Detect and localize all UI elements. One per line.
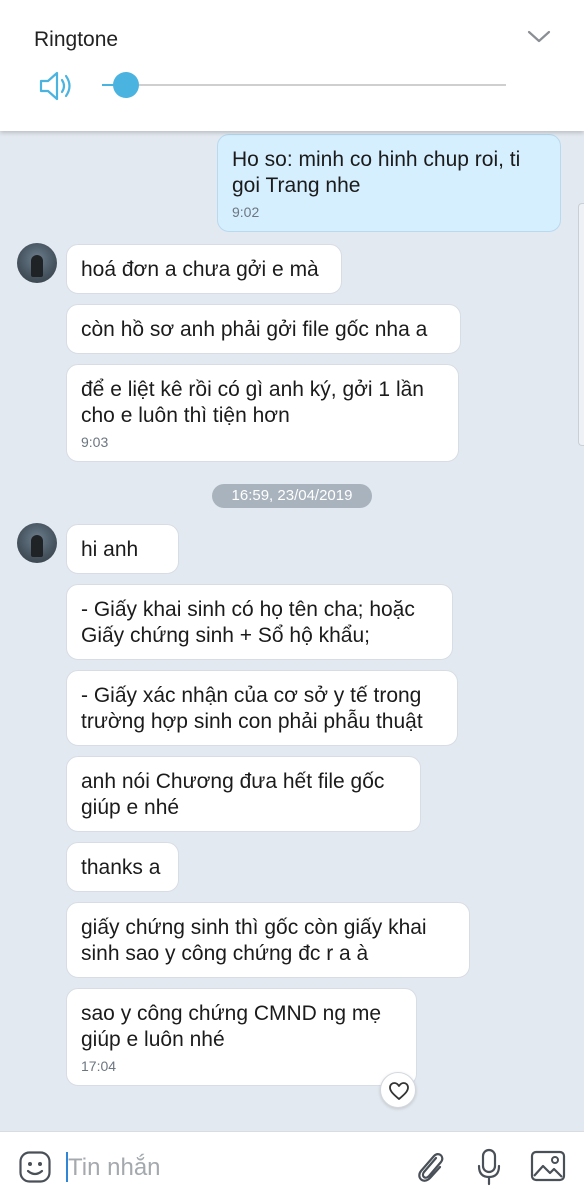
message-text: còn hồ sơ anh phải gởi file gốc nha a [81, 318, 428, 341]
message-time: 9:03 [81, 434, 109, 450]
message-bubble-incoming[interactable]: hi anh [66, 524, 179, 574]
message-text: - Giấy xác nhận của cơ sở y tế trong trư… [81, 684, 423, 733]
chevron-down-icon[interactable] [526, 26, 552, 46]
message-bubble-outgoing[interactable]: Ho so: minh co hinh chup roi, ti goi Tra… [217, 134, 561, 232]
message-bubble-incoming[interactable]: sao y công chứng CMND ng mẹ giúp e luôn … [66, 988, 417, 1086]
react-button[interactable] [380, 1072, 416, 1108]
date-separator: 16:59, 23/04/2019 [212, 484, 372, 508]
message-bubble-incoming[interactable]: để e liệt kê rồi có gì anh ký, gởi 1 lần… [66, 364, 459, 462]
message-bubble-incoming[interactable]: thanks a [66, 842, 179, 892]
attachment-icon[interactable] [414, 1148, 446, 1186]
volume-slider-thumb[interactable] [113, 72, 140, 98]
sticker-icon[interactable] [18, 1150, 52, 1184]
message-input[interactable]: Tin nhắn [68, 1154, 161, 1182]
message-time: 9:02 [232, 204, 260, 220]
message-time: 17:04 [81, 1058, 117, 1074]
message-text: thanks a [81, 856, 161, 879]
speaker-icon[interactable] [38, 69, 76, 103]
avatar[interactable] [17, 523, 57, 563]
message-text: hi anh [81, 538, 139, 561]
message-bubble-incoming[interactable]: anh nói Chương đưa hết file gốc giúp e n… [66, 756, 421, 832]
volume-panel-title: Ringtone [34, 28, 119, 51]
message-input-bar: Tin nhắn [0, 1131, 584, 1200]
avatar[interactable] [17, 243, 57, 283]
message-bubble-incoming[interactable]: còn hồ sơ anh phải gởi file gốc nha a [66, 304, 461, 354]
message-text: hoá đơn a chưa gởi e mà [81, 258, 319, 281]
message-text: giấy chứng sinh thì gốc còn giấy khai si… [81, 916, 427, 965]
message-text: - Giấy khai sinh có họ tên cha; hoặc Giấ… [81, 598, 415, 647]
image-icon[interactable] [530, 1150, 566, 1182]
message-bubble-incoming[interactable]: hoá đơn a chưa gởi e mà [66, 244, 342, 294]
heart-icon [389, 1082, 409, 1100]
message-text: sao y công chứng CMND ng mẹ giúp e luôn … [81, 1002, 382, 1051]
message-bubble-incoming[interactable]: - Giấy xác nhận của cơ sở y tế trong trư… [66, 670, 458, 746]
message-text: Ho so: minh co hinh chup roi, ti goi Tra… [232, 148, 521, 197]
volume-panel: Ringtone [0, 0, 584, 131]
message-text: để e liệt kê rồi có gì anh ký, gởi 1 lần… [81, 378, 424, 427]
message-bubble-incoming[interactable]: - Giấy khai sinh có họ tên cha; hoặc Giấ… [66, 584, 453, 660]
microphone-icon[interactable] [476, 1148, 502, 1186]
scroll-handle[interactable] [578, 203, 584, 446]
message-text: anh nói Chương đưa hết file gốc giúp e n… [81, 770, 385, 819]
message-bubble-incoming[interactable]: giấy chứng sinh thì gốc còn giấy khai si… [66, 902, 470, 978]
volume-slider-track[interactable] [102, 84, 506, 86]
